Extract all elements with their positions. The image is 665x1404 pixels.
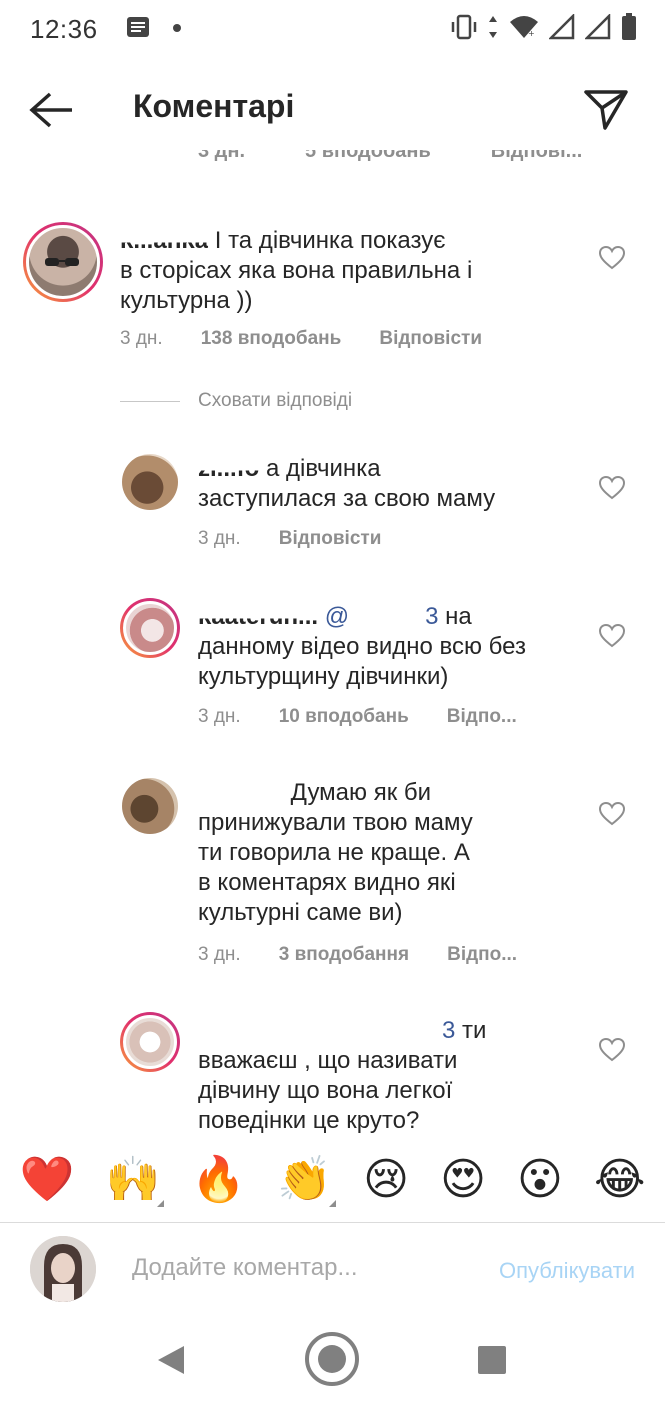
avatar[interactable] [120,598,180,658]
nav-recents-icon[interactable] [478,1346,506,1374]
like-heart-icon[interactable] [598,1037,626,1062]
avatar[interactable] [120,1012,180,1072]
comment-text: принижували твою маму [198,809,473,836]
publish-button[interactable]: Опублікувати [499,1258,635,1284]
signal-icon-2 [583,12,611,45]
vibrate-icon [451,12,477,47]
svg-text:+: + [528,29,535,38]
red-heart-icon[interactable]: ❤️ [20,1155,75,1205]
comment-text: в сторісах яка вона правильна і [120,257,473,284]
cut-comment-meta: 3 дн. 5 вподобань Відпові... [198,150,582,172]
like-heart-icon[interactable] [598,801,626,826]
crying-face-icon[interactable]: 😢 [363,1155,409,1205]
comment-time: 3 дн. [120,328,163,349]
comment-text: ти говорила не краще. А [198,839,470,866]
fire-icon[interactable]: 🔥 [191,1155,246,1205]
comment-username[interactable]: kaaterun... [198,619,318,633]
arrow-left-icon[interactable] [28,90,76,130]
hide-replies-button[interactable]: Сховати відповіді [120,390,352,412]
comment-mention-end[interactable]: 3 [425,603,438,630]
hide-replies-label[interactable]: Сховати відповіді [198,390,352,412]
wifi-icon: + [509,14,539,45]
variant-indicator [157,1200,165,1207]
emoji-bar: ❤️ 🙌 🔥 👏 😢 😍 😮 😂 [0,1145,665,1215]
avatar[interactable] [122,454,178,510]
avatar [30,1236,96,1302]
comment-likes[interactable]: 10 вподобань [279,706,409,728]
notes-icon [126,16,150,43]
reply-button[interactable]: Відпові... [491,150,583,172]
comments-list[interactable]: 3 дн. 5 вподобань Відпові... k...anka І … [0,150,665,1140]
comment-text: в коментарях видно які [198,869,456,896]
system-nav-bar [0,1320,665,1404]
nav-home-icon[interactable] [305,1332,359,1386]
divider [0,1222,665,1223]
comment-time: 3 дн. [198,944,241,965]
status-time: 12:36 [30,13,98,44]
variant-indicator [329,1200,337,1207]
comment-text: вважаєш , що називати [198,1047,458,1074]
divider [120,400,180,402]
comment-text: дівчину що вона легкої [198,1077,453,1104]
comment-input[interactable] [132,1254,452,1282]
comment-likes[interactable]: 138 вподобань [201,328,342,350]
comment-likes[interactable]: 5 вподобань [305,150,431,172]
comment-text: поведінки це круто? [198,1107,420,1134]
comment-time: 3 дн. [198,528,241,549]
clapping-hands-icon[interactable]: 👏 [277,1155,337,1207]
paper-plane-icon[interactable] [583,88,629,132]
reply-button[interactable]: Відпо... [447,706,517,728]
reply-button[interactable]: Відповісти [379,328,482,350]
comment-text: на [445,603,472,630]
like-heart-icon[interactable] [598,475,626,500]
comment-username[interactable]: k...anka [120,242,209,256]
comment-mention-end[interactable]: 3 [442,1017,455,1044]
comment-composer: Опублікувати [0,1230,665,1310]
header: Коментарі [0,70,665,150]
avatar[interactable] [122,778,178,834]
comment-text: культурщину дівчинки) [198,663,449,690]
reply-button[interactable]: Відпо... [447,944,517,966]
nav-back-icon[interactable] [156,1344,186,1381]
comment-text: заступилася за свою маму [198,485,496,512]
status-bar: 12:36 + [0,0,665,58]
like-heart-icon[interactable] [598,623,626,648]
comment-text: Думаю як би [290,779,432,806]
tears-of-joy-icon[interactable]: 😂 [594,1155,645,1205]
comment-text: данному відео видно всю без [198,633,526,660]
comment-text: а дівчинка [266,455,381,482]
comment-mention[interactable]: @ [325,603,349,630]
comment-likes[interactable]: 3 вподобання [279,944,409,966]
reply-button[interactable]: Відповісти [279,528,382,550]
comment-text: культурні саме ви) [198,899,403,926]
comment-username[interactable]: zl...fo [198,471,259,485]
comment-text: І та дівчинка показує [214,227,446,254]
heart-eyes-icon[interactable]: 😍 [440,1155,486,1205]
surprised-face-icon[interactable]: 😮 [517,1155,563,1205]
comment-time: 3 дн. [198,706,241,727]
dot-icon [172,20,182,38]
like-heart-icon[interactable] [598,245,626,270]
comment-text: культурна )) [120,287,253,314]
comment-text: ти [462,1017,487,1044]
avatar[interactable] [23,222,103,302]
battery-icon [621,12,637,47]
data-arrows-icon [487,12,499,47]
raised-hands-icon[interactable]: 🙌 [105,1155,165,1207]
comment-time: 3 дн. [198,150,246,162]
signal-icon [547,12,575,45]
page-title: Коментарі [133,88,295,124]
